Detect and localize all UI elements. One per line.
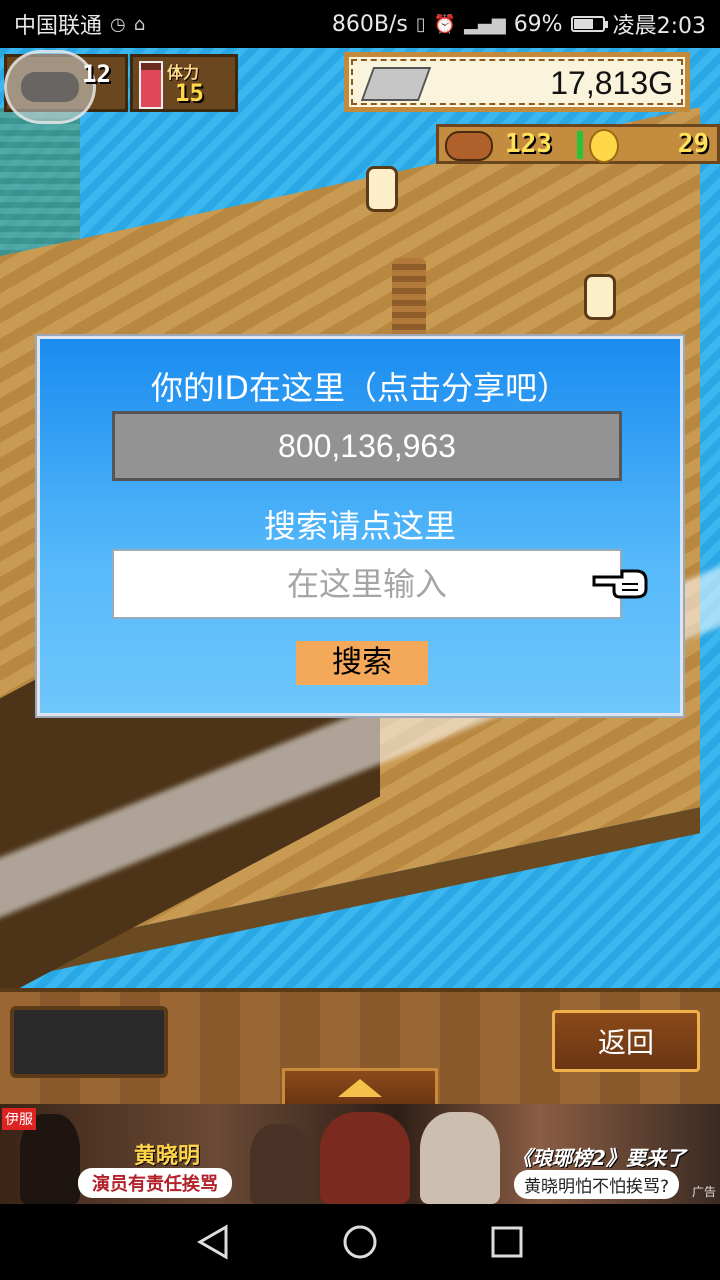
ad-slogan: 演员有责任挨骂 xyxy=(78,1168,232,1198)
carrier-label: 中国联通 xyxy=(14,14,103,39)
ad-subtitle: 黄晓明怕不怕挨骂? xyxy=(514,1170,680,1199)
stamina-panel: 体力 15 xyxy=(130,54,238,112)
stamina-bar xyxy=(139,61,163,109)
lamp-sprite xyxy=(584,274,616,320)
medal-coin-icon xyxy=(589,129,619,163)
expand-menu-button[interactable] xyxy=(282,1068,438,1108)
alarm-icon: ⏰ xyxy=(433,13,457,35)
gold-panel: 17,813G xyxy=(344,52,690,112)
search-button[interactable]: 搜索 xyxy=(296,641,428,685)
recents-icon[interactable] xyxy=(487,1222,527,1262)
search-label: 搜索请点这里 xyxy=(263,507,456,545)
clock: 凌晨2:03 xyxy=(612,14,706,39)
ad-mark: 广告 xyxy=(691,1185,716,1199)
ad-tag: 伊服 xyxy=(2,1108,36,1130)
items-panel: 123 29 xyxy=(436,124,720,164)
signal-icon: ▂▄▆ xyxy=(464,13,506,35)
item-count-fish: 123 xyxy=(505,129,552,159)
back-button[interactable]: 返回 xyxy=(552,1010,700,1072)
lamp-sprite xyxy=(366,166,398,212)
system-nav-bar xyxy=(0,1204,720,1280)
search-input[interactable] xyxy=(112,549,622,619)
ship-mast xyxy=(392,258,426,348)
id-search-dialog: 你的ID在这里（点击分享吧） 800,136,963 搜索请点这里 搜索 xyxy=(37,336,683,716)
fish-icon xyxy=(445,131,493,161)
vibrate-icon: ▯ xyxy=(415,13,426,35)
level-value: 12 xyxy=(82,60,111,88)
back-icon[interactable] xyxy=(193,1222,233,1262)
ad-banner[interactable]: 伊服 黄晓明 演员有责任挨骂 《琅琊榜2》要来了 黄晓明怕不怕挨骂? 广告 xyxy=(0,1104,720,1204)
ad-headline: 黄晓明 xyxy=(134,1144,201,1169)
divider xyxy=(577,131,583,159)
up-arrow-icon xyxy=(338,1079,382,1097)
empty-slot xyxy=(10,1006,168,1078)
dialog-title[interactable]: 你的ID在这里（点击分享吧） xyxy=(40,363,680,409)
status-bar: 中国联通 ◷ ⌂ 860B/s ▯ ⏰ ▂▄▆ 69% 凌晨2:03 xyxy=(0,0,720,48)
timer-icon: ◷ xyxy=(110,13,126,35)
bottom-panel: 返回 xyxy=(0,988,720,1108)
stamina-value: 15 xyxy=(175,79,204,107)
item-count-medal: 29 xyxy=(677,129,709,159)
player-id-box[interactable]: 800,136,963 xyxy=(112,411,622,481)
silver-ingot-icon xyxy=(360,67,432,101)
battery-percent: 69% xyxy=(513,11,563,37)
net-speed: 860B/s xyxy=(331,11,408,37)
battery-icon xyxy=(570,16,608,32)
app-notification-icon: ⌂ xyxy=(133,13,146,35)
pointing-hand-icon xyxy=(592,569,648,599)
home-icon[interactable] xyxy=(340,1222,380,1262)
gold-amount: 17,813G xyxy=(550,65,673,101)
ad-title: 《琅琊榜2》要来了 xyxy=(512,1146,686,1170)
